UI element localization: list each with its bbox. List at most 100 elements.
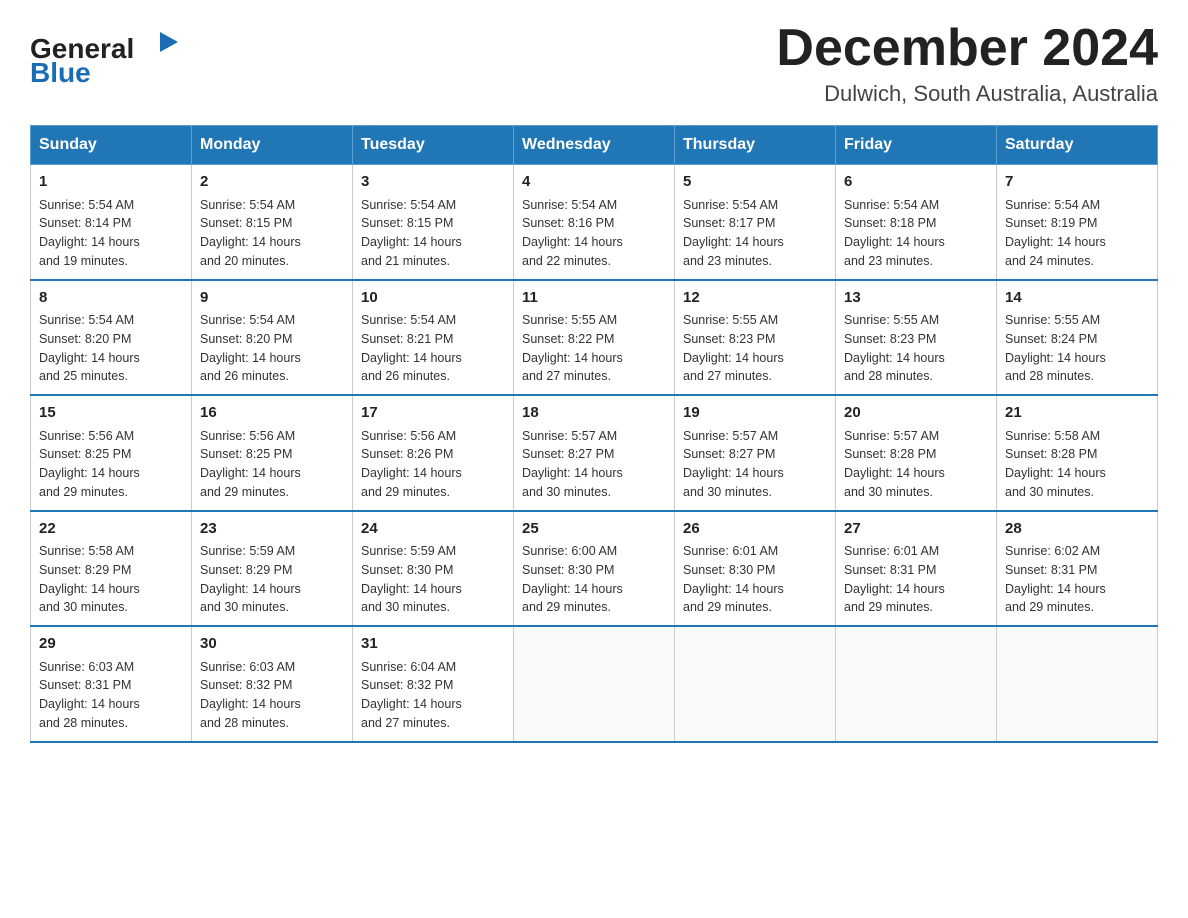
- calendar-cell: 12Sunrise: 5:55 AMSunset: 8:23 PMDayligh…: [675, 280, 836, 396]
- calendar-cell: 23Sunrise: 5:59 AMSunset: 8:29 PMDayligh…: [192, 511, 353, 627]
- day-number: 29: [39, 633, 183, 656]
- day-number: 21: [1005, 402, 1149, 425]
- day-info: Sunrise: 5:54 AMSunset: 8:21 PMDaylight:…: [361, 311, 505, 386]
- week-row-1: 1Sunrise: 5:54 AMSunset: 8:14 PMDaylight…: [31, 165, 1158, 280]
- day-info: Sunrise: 5:55 AMSunset: 8:23 PMDaylight:…: [844, 311, 988, 386]
- day-number: 10: [361, 287, 505, 310]
- day-info: Sunrise: 6:01 AMSunset: 8:30 PMDaylight:…: [683, 542, 827, 617]
- day-info: Sunrise: 6:03 AMSunset: 8:32 PMDaylight:…: [200, 658, 344, 733]
- day-number: 25: [522, 518, 666, 541]
- day-info: Sunrise: 5:54 AMSunset: 8:18 PMDaylight:…: [844, 196, 988, 271]
- month-title: December 2024: [776, 20, 1158, 77]
- week-row-5: 29Sunrise: 6:03 AMSunset: 8:31 PMDayligh…: [31, 626, 1158, 742]
- calendar-cell: [836, 626, 997, 742]
- day-info: Sunrise: 5:56 AMSunset: 8:25 PMDaylight:…: [200, 427, 344, 502]
- logo-image: General Blue: [30, 20, 190, 90]
- day-number: 5: [683, 171, 827, 194]
- calendar-cell: 22Sunrise: 5:58 AMSunset: 8:29 PMDayligh…: [31, 511, 192, 627]
- calendar-cell: 24Sunrise: 5:59 AMSunset: 8:30 PMDayligh…: [353, 511, 514, 627]
- day-info: Sunrise: 5:59 AMSunset: 8:29 PMDaylight:…: [200, 542, 344, 617]
- calendar-cell: 19Sunrise: 5:57 AMSunset: 8:27 PMDayligh…: [675, 395, 836, 511]
- week-row-2: 8Sunrise: 5:54 AMSunset: 8:20 PMDaylight…: [31, 280, 1158, 396]
- calendar-cell: 13Sunrise: 5:55 AMSunset: 8:23 PMDayligh…: [836, 280, 997, 396]
- calendar-cell: 17Sunrise: 5:56 AMSunset: 8:26 PMDayligh…: [353, 395, 514, 511]
- week-row-3: 15Sunrise: 5:56 AMSunset: 8:25 PMDayligh…: [31, 395, 1158, 511]
- day-number: 16: [200, 402, 344, 425]
- day-number: 12: [683, 287, 827, 310]
- day-number: 2: [200, 171, 344, 194]
- calendar-cell: 3Sunrise: 5:54 AMSunset: 8:15 PMDaylight…: [353, 165, 514, 280]
- day-number: 15: [39, 402, 183, 425]
- page-header: General Blue December 2024 Dulwich, Sout…: [30, 20, 1158, 107]
- day-number: 20: [844, 402, 988, 425]
- calendar-cell: 26Sunrise: 6:01 AMSunset: 8:30 PMDayligh…: [675, 511, 836, 627]
- day-info: Sunrise: 5:55 AMSunset: 8:22 PMDaylight:…: [522, 311, 666, 386]
- day-info: Sunrise: 5:56 AMSunset: 8:26 PMDaylight:…: [361, 427, 505, 502]
- day-info: Sunrise: 5:56 AMSunset: 8:25 PMDaylight:…: [39, 427, 183, 502]
- calendar-cell: 18Sunrise: 5:57 AMSunset: 8:27 PMDayligh…: [514, 395, 675, 511]
- day-number: 27: [844, 518, 988, 541]
- logo: General Blue: [30, 20, 190, 90]
- calendar-table: SundayMondayTuesdayWednesdayThursdayFrid…: [30, 125, 1158, 743]
- calendar-cell: [997, 626, 1158, 742]
- day-info: Sunrise: 5:54 AMSunset: 8:15 PMDaylight:…: [200, 196, 344, 271]
- calendar-cell: 9Sunrise: 5:54 AMSunset: 8:20 PMDaylight…: [192, 280, 353, 396]
- calendar-cell: 1Sunrise: 5:54 AMSunset: 8:14 PMDaylight…: [31, 165, 192, 280]
- calendar-cell: 28Sunrise: 6:02 AMSunset: 8:31 PMDayligh…: [997, 511, 1158, 627]
- day-number: 18: [522, 402, 666, 425]
- calendar-cell: 4Sunrise: 5:54 AMSunset: 8:16 PMDaylight…: [514, 165, 675, 280]
- day-number: 23: [200, 518, 344, 541]
- calendar-cell: 8Sunrise: 5:54 AMSunset: 8:20 PMDaylight…: [31, 280, 192, 396]
- calendar-cell: 25Sunrise: 6:00 AMSunset: 8:30 PMDayligh…: [514, 511, 675, 627]
- day-info: Sunrise: 6:00 AMSunset: 8:30 PMDaylight:…: [522, 542, 666, 617]
- day-info: Sunrise: 5:54 AMSunset: 8:17 PMDaylight:…: [683, 196, 827, 271]
- day-number: 30: [200, 633, 344, 656]
- day-info: Sunrise: 6:01 AMSunset: 8:31 PMDaylight:…: [844, 542, 988, 617]
- calendar-cell: 2Sunrise: 5:54 AMSunset: 8:15 PMDaylight…: [192, 165, 353, 280]
- day-number: 28: [1005, 518, 1149, 541]
- day-info: Sunrise: 6:03 AMSunset: 8:31 PMDaylight:…: [39, 658, 183, 733]
- calendar-cell: 21Sunrise: 5:58 AMSunset: 8:28 PMDayligh…: [997, 395, 1158, 511]
- day-info: Sunrise: 5:55 AMSunset: 8:24 PMDaylight:…: [1005, 311, 1149, 386]
- calendar-cell: 20Sunrise: 5:57 AMSunset: 8:28 PMDayligh…: [836, 395, 997, 511]
- day-number: 19: [683, 402, 827, 425]
- weekday-header-wednesday: Wednesday: [514, 126, 675, 165]
- day-info: Sunrise: 6:02 AMSunset: 8:31 PMDaylight:…: [1005, 542, 1149, 617]
- calendar-cell: 29Sunrise: 6:03 AMSunset: 8:31 PMDayligh…: [31, 626, 192, 742]
- day-info: Sunrise: 5:54 AMSunset: 8:20 PMDaylight:…: [39, 311, 183, 386]
- calendar-cell: 11Sunrise: 5:55 AMSunset: 8:22 PMDayligh…: [514, 280, 675, 396]
- day-number: 8: [39, 287, 183, 310]
- day-info: Sunrise: 6:04 AMSunset: 8:32 PMDaylight:…: [361, 658, 505, 733]
- day-info: Sunrise: 5:58 AMSunset: 8:29 PMDaylight:…: [39, 542, 183, 617]
- day-info: Sunrise: 5:57 AMSunset: 8:28 PMDaylight:…: [844, 427, 988, 502]
- calendar-cell: 31Sunrise: 6:04 AMSunset: 8:32 PMDayligh…: [353, 626, 514, 742]
- calendar-cell: [675, 626, 836, 742]
- weekday-header-tuesday: Tuesday: [353, 126, 514, 165]
- day-number: 24: [361, 518, 505, 541]
- location-title: Dulwich, South Australia, Australia: [776, 81, 1158, 107]
- calendar-cell: 16Sunrise: 5:56 AMSunset: 8:25 PMDayligh…: [192, 395, 353, 511]
- weekday-header-thursday: Thursday: [675, 126, 836, 165]
- day-number: 22: [39, 518, 183, 541]
- calendar-cell: 30Sunrise: 6:03 AMSunset: 8:32 PMDayligh…: [192, 626, 353, 742]
- day-info: Sunrise: 5:54 AMSunset: 8:19 PMDaylight:…: [1005, 196, 1149, 271]
- day-number: 17: [361, 402, 505, 425]
- day-number: 9: [200, 287, 344, 310]
- day-info: Sunrise: 5:58 AMSunset: 8:28 PMDaylight:…: [1005, 427, 1149, 502]
- day-number: 11: [522, 287, 666, 310]
- day-number: 1: [39, 171, 183, 194]
- weekday-header-monday: Monday: [192, 126, 353, 165]
- calendar-cell: 10Sunrise: 5:54 AMSunset: 8:21 PMDayligh…: [353, 280, 514, 396]
- title-block: December 2024 Dulwich, South Australia, …: [776, 20, 1158, 107]
- calendar-cell: 5Sunrise: 5:54 AMSunset: 8:17 PMDaylight…: [675, 165, 836, 280]
- day-number: 14: [1005, 287, 1149, 310]
- day-info: Sunrise: 5:57 AMSunset: 8:27 PMDaylight:…: [522, 427, 666, 502]
- day-info: Sunrise: 5:59 AMSunset: 8:30 PMDaylight:…: [361, 542, 505, 617]
- calendar-cell: 15Sunrise: 5:56 AMSunset: 8:25 PMDayligh…: [31, 395, 192, 511]
- weekday-header-sunday: Sunday: [31, 126, 192, 165]
- week-row-4: 22Sunrise: 5:58 AMSunset: 8:29 PMDayligh…: [31, 511, 1158, 627]
- day-info: Sunrise: 5:54 AMSunset: 8:14 PMDaylight:…: [39, 196, 183, 271]
- day-number: 31: [361, 633, 505, 656]
- day-number: 13: [844, 287, 988, 310]
- calendar-cell: 7Sunrise: 5:54 AMSunset: 8:19 PMDaylight…: [997, 165, 1158, 280]
